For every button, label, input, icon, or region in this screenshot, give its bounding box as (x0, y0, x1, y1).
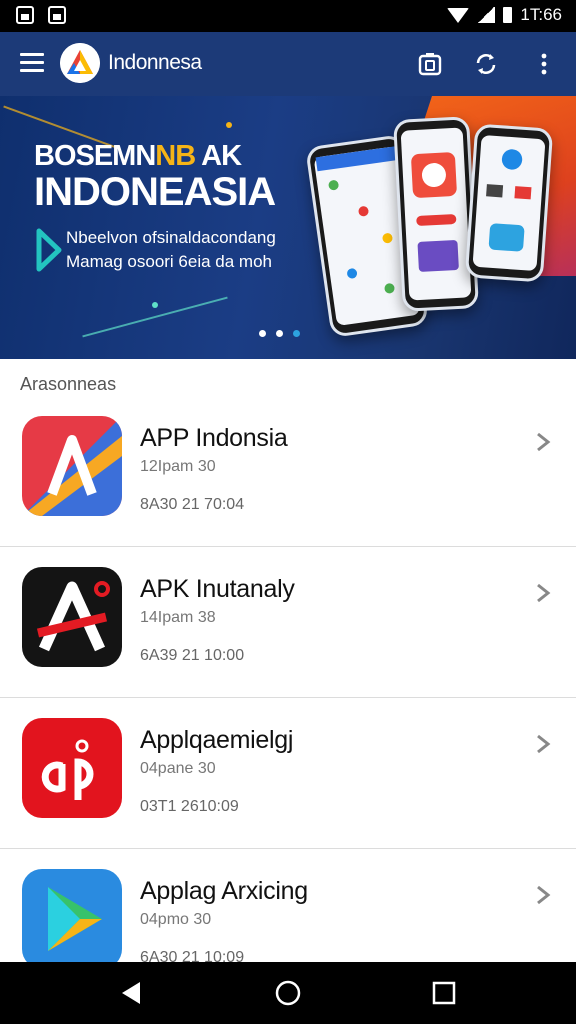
promo-banner[interactable]: BOSEMNNB AK INDONEASIA Nbeelvon ofsinald… (0, 96, 576, 359)
chevron-right-icon (534, 885, 552, 905)
banner-subtitle-line1: Nbeelvon ofsinaldacondang (66, 228, 276, 247)
status-time: 1T:66 (520, 5, 562, 24)
list-item[interactable]: Applqaemielgj 04pane 30 03T1 2610:09 (0, 698, 576, 849)
app-date: 03T1 2610:09 (140, 798, 239, 815)
status-bar: 1T:66 (0, 0, 576, 32)
signal-icon (477, 7, 496, 23)
app-date: 6A39 21 10:00 (140, 647, 245, 664)
chevron-right-icon (534, 432, 552, 452)
app-meta: 04pane 30 (140, 760, 216, 777)
app-indonsia-logo-icon (22, 416, 122, 516)
banner-pagination[interactable] (259, 330, 300, 337)
app-name: APK Inutanaly (140, 575, 295, 603)
apk-inutanaly-logo-icon (22, 567, 122, 667)
recent-apps-icon[interactable] (430, 979, 458, 1007)
applqaemielgj-logo-icon (22, 718, 122, 818)
chevron-right-icon (534, 583, 552, 603)
play-logo-icon (36, 228, 62, 272)
pagination-dot-active[interactable] (293, 330, 300, 337)
app-date: 8A30 21 70:04 (140, 496, 245, 513)
back-icon[interactable] (118, 979, 146, 1007)
image-notification-icon (16, 6, 34, 24)
list-item[interactable]: APP Indonsia 12Ipam 30 8A30 21 70:04 (0, 396, 576, 547)
pagination-dot[interactable] (259, 330, 266, 337)
app-meta: 14Ipam 38 (140, 609, 216, 626)
banner-kicker: BOSEMNNB AK (34, 140, 242, 172)
camera-icon[interactable] (416, 50, 444, 78)
banner-decor-dot (226, 122, 232, 128)
hamburger-menu-icon[interactable] (20, 53, 44, 73)
pagination-dot[interactable] (276, 330, 283, 337)
banner-subtitle-line2: Mamag osoori 6eia da moh (66, 252, 273, 271)
app-title: Indonnesa (108, 51, 202, 74)
status-notifications (16, 6, 66, 24)
app-logo-icon (60, 43, 100, 83)
banner-title: INDONEASIA (34, 170, 276, 214)
app-name: Applag Arxicing (140, 877, 308, 905)
app-list: APP Indonsia 12Ipam 30 8A30 21 70:04 APK… (0, 396, 576, 1000)
phone-mockup (393, 116, 479, 312)
chevron-right-icon (534, 734, 552, 754)
status-indicators: 1T:66 (447, 5, 562, 25)
app-name: APP Indonsia (140, 424, 288, 452)
play-triangle-logo-icon (22, 869, 122, 969)
battery-icon (503, 7, 513, 23)
system-nav-bar (0, 962, 576, 1024)
banner-decor-dot (152, 302, 158, 308)
phone-mockup (464, 123, 554, 283)
list-item[interactable]: APK Inutanaly 14Ipam 38 6A39 21 10:00 (0, 547, 576, 698)
app-name: Applqaemielgj (140, 726, 294, 754)
more-vertical-icon[interactable] (530, 50, 558, 78)
home-icon[interactable] (274, 979, 302, 1007)
app-bar: Indonnesa (0, 32, 576, 96)
section-title: Arasonneas (20, 374, 117, 394)
app-meta: 04pmo 30 (140, 911, 212, 928)
gallery-notification-icon (48, 6, 66, 24)
wifi-icon (447, 7, 470, 23)
app-meta: 12Ipam 30 (140, 458, 216, 475)
sync-icon[interactable] (472, 50, 500, 78)
